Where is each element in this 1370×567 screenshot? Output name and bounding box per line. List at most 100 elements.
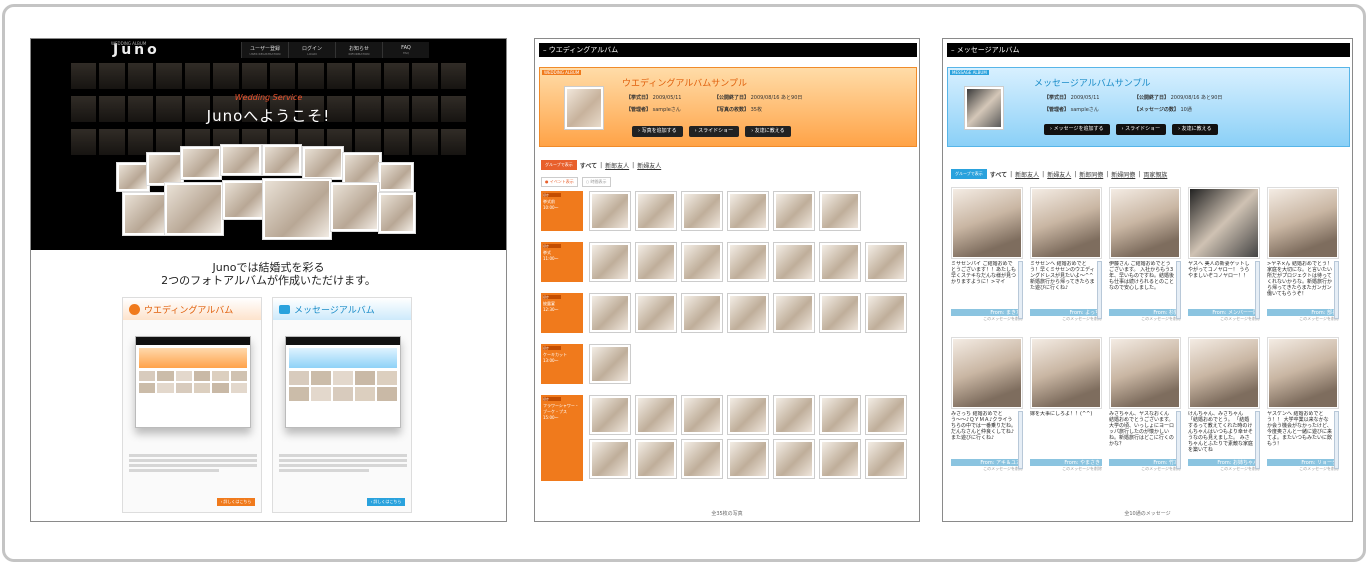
- stack-photo: [122, 192, 170, 236]
- wedding-album-card[interactable]: ウエディングアルバム › 詳しくはこちら: [122, 297, 262, 513]
- photo-thumb[interactable]: [773, 439, 815, 479]
- photo-thumb[interactable]: [635, 293, 677, 333]
- photo-thumb[interactable]: [589, 191, 631, 231]
- photo-thumb[interactable]: [773, 191, 815, 231]
- add-photo-button[interactable]: › 写真を追加する: [632, 126, 683, 137]
- message-scrollbar[interactable]: [1334, 411, 1339, 469]
- message-album-card[interactable]: メッセージアルバム › 詳しくはこちら: [272, 297, 412, 513]
- photo-thumb[interactable]: [819, 242, 861, 282]
- photo-thumb[interactable]: [589, 242, 631, 282]
- photo-thumb[interactable]: [681, 395, 723, 435]
- message-scrollbar[interactable]: [1176, 261, 1181, 319]
- photo-thumb[interactable]: [589, 344, 631, 384]
- photo-thumb[interactable]: [727, 191, 769, 231]
- add-message-button[interactable]: › メッセージを追加する: [1044, 124, 1110, 135]
- wedding-more-button[interactable]: › 詳しくはこちら: [217, 498, 255, 506]
- tab-bride-friends[interactable]: 新婦友人: [637, 161, 661, 170]
- message-photo[interactable]: [1030, 337, 1102, 409]
- slideshow-button[interactable]: › スライドショー: [688, 126, 740, 137]
- message-scrollbar[interactable]: [1255, 411, 1260, 469]
- message-text: けんちゃん、みさちゃん 「結婚おめでとう。 「結婚するって教えてくれた時のけんち…: [1188, 411, 1254, 453]
- tab-family[interactable]: 両家親族: [1143, 170, 1167, 179]
- nav-info[interactable]: お知らせ INFORMATION: [335, 42, 382, 58]
- photo-thumb[interactable]: [681, 242, 723, 282]
- message-photo[interactable]: [951, 337, 1023, 409]
- message-scrollbar[interactable]: [1176, 411, 1181, 469]
- event-view-toggle[interactable]: ● イベント表示: [541, 177, 578, 187]
- photo-thumb[interactable]: [727, 242, 769, 282]
- message-photo[interactable]: [1188, 337, 1260, 409]
- tab-bride-colleagues[interactable]: 新婦同僚: [1111, 170, 1135, 179]
- photo-thumb[interactable]: [635, 242, 677, 282]
- message-photo[interactable]: [1109, 187, 1181, 259]
- photo-thumb[interactable]: [681, 191, 723, 231]
- message-scrollbar[interactable]: [1334, 261, 1339, 319]
- photo-thumb[interactable]: [635, 191, 677, 231]
- photo-thumb[interactable]: [727, 293, 769, 333]
- message-photo[interactable]: [1109, 337, 1181, 409]
- delete-message-link[interactable]: このメッセージを削除: [951, 466, 1023, 472]
- photo-thumb[interactable]: [865, 242, 907, 282]
- delete-message-link[interactable]: このメッセージを削除: [951, 316, 1023, 322]
- photo-thumb[interactable]: [681, 439, 723, 479]
- photo-thumb[interactable]: [635, 395, 677, 435]
- photo-thumb[interactable]: [727, 395, 769, 435]
- stack-photo: [262, 178, 332, 240]
- message-more-button[interactable]: › 詳しくはこちら: [367, 498, 405, 506]
- tab-groom-friends[interactable]: 新郎友人: [1015, 170, 1039, 179]
- message-from: From: まきた: [951, 309, 1023, 316]
- stack-photo: [262, 144, 302, 176]
- photo-thumb[interactable]: [681, 293, 723, 333]
- event-label: ほか フラワーシャワー・ブーケ・プス 15:00〜: [541, 395, 583, 481]
- message-scrollbar[interactable]: [1255, 261, 1260, 319]
- message-photo[interactable]: [1267, 337, 1339, 409]
- delete-message-link[interactable]: このメッセージを削除: [1267, 466, 1339, 472]
- nav-faq[interactable]: FAQ FAQ: [382, 42, 429, 58]
- message-photo[interactable]: [1188, 187, 1260, 259]
- photo-thumb[interactable]: [819, 439, 861, 479]
- message-photo[interactable]: [1267, 187, 1339, 259]
- photo-thumb[interactable]: [589, 395, 631, 435]
- message-scrollbar[interactable]: [1018, 261, 1023, 319]
- delete-message-link[interactable]: このメッセージを削除: [1109, 316, 1181, 322]
- photo-thumb[interactable]: [819, 293, 861, 333]
- message-from: From: よっち: [1030, 309, 1102, 316]
- photo-thumb[interactable]: [819, 395, 861, 435]
- photo-thumb[interactable]: [819, 191, 861, 231]
- message-card-screenshot: [285, 336, 401, 428]
- tab-groom-colleagues[interactable]: 新郎同僚: [1079, 170, 1103, 179]
- delete-message-link[interactable]: このメッセージを削除: [1030, 316, 1102, 322]
- tab-all[interactable]: すべて: [990, 170, 1007, 179]
- photo-thumb[interactable]: [635, 439, 677, 479]
- slideshow-button[interactable]: › スライドショー: [1115, 124, 1167, 135]
- photo-thumb[interactable]: [727, 439, 769, 479]
- delete-message-link[interactable]: このメッセージを削除: [1188, 466, 1260, 472]
- tell-friends-button[interactable]: › 友達に教える: [1172, 124, 1218, 135]
- tab-bride-friends[interactable]: 新婦友人: [1047, 170, 1071, 179]
- delete-message-link[interactable]: このメッセージを削除: [1030, 466, 1102, 472]
- photo-thumb[interactable]: [773, 395, 815, 435]
- delete-message-link[interactable]: このメッセージを削除: [1109, 466, 1181, 472]
- stack-photo: [220, 144, 262, 176]
- delete-message-link[interactable]: このメッセージを削除: [1188, 316, 1260, 322]
- tell-friends-button[interactable]: › 友達に教える: [745, 126, 791, 137]
- message-album-header: MESSAGE ALBUM メッセージアルバムサンプル 【挙式日】 2009/0…: [947, 67, 1350, 147]
- nav-register[interactable]: ユーザー登録 USER REGISTRATION: [241, 42, 288, 58]
- tab-groom-friends[interactable]: 新郎友人: [605, 161, 629, 170]
- tab-all[interactable]: すべて: [580, 161, 597, 170]
- photo-thumb[interactable]: [865, 293, 907, 333]
- photo-thumb[interactable]: [773, 293, 815, 333]
- photo-thumb[interactable]: [589, 439, 631, 479]
- message-photo[interactable]: [1030, 187, 1102, 259]
- time-view-toggle[interactable]: ○ 時間表示: [581, 177, 611, 187]
- admin: 【管理者】 sampleさん: [1044, 106, 1099, 113]
- message-scrollbar[interactable]: [1097, 261, 1102, 319]
- message-photo[interactable]: [951, 187, 1023, 259]
- message-scrollbar[interactable]: [1018, 411, 1023, 469]
- photo-thumb[interactable]: [773, 242, 815, 282]
- photo-thumb[interactable]: [865, 439, 907, 479]
- photo-thumb[interactable]: [865, 395, 907, 435]
- delete-message-link[interactable]: このメッセージを削除: [1267, 316, 1339, 322]
- nav-login[interactable]: ログイン LOGIN: [288, 42, 335, 58]
- photo-thumb[interactable]: [589, 293, 631, 333]
